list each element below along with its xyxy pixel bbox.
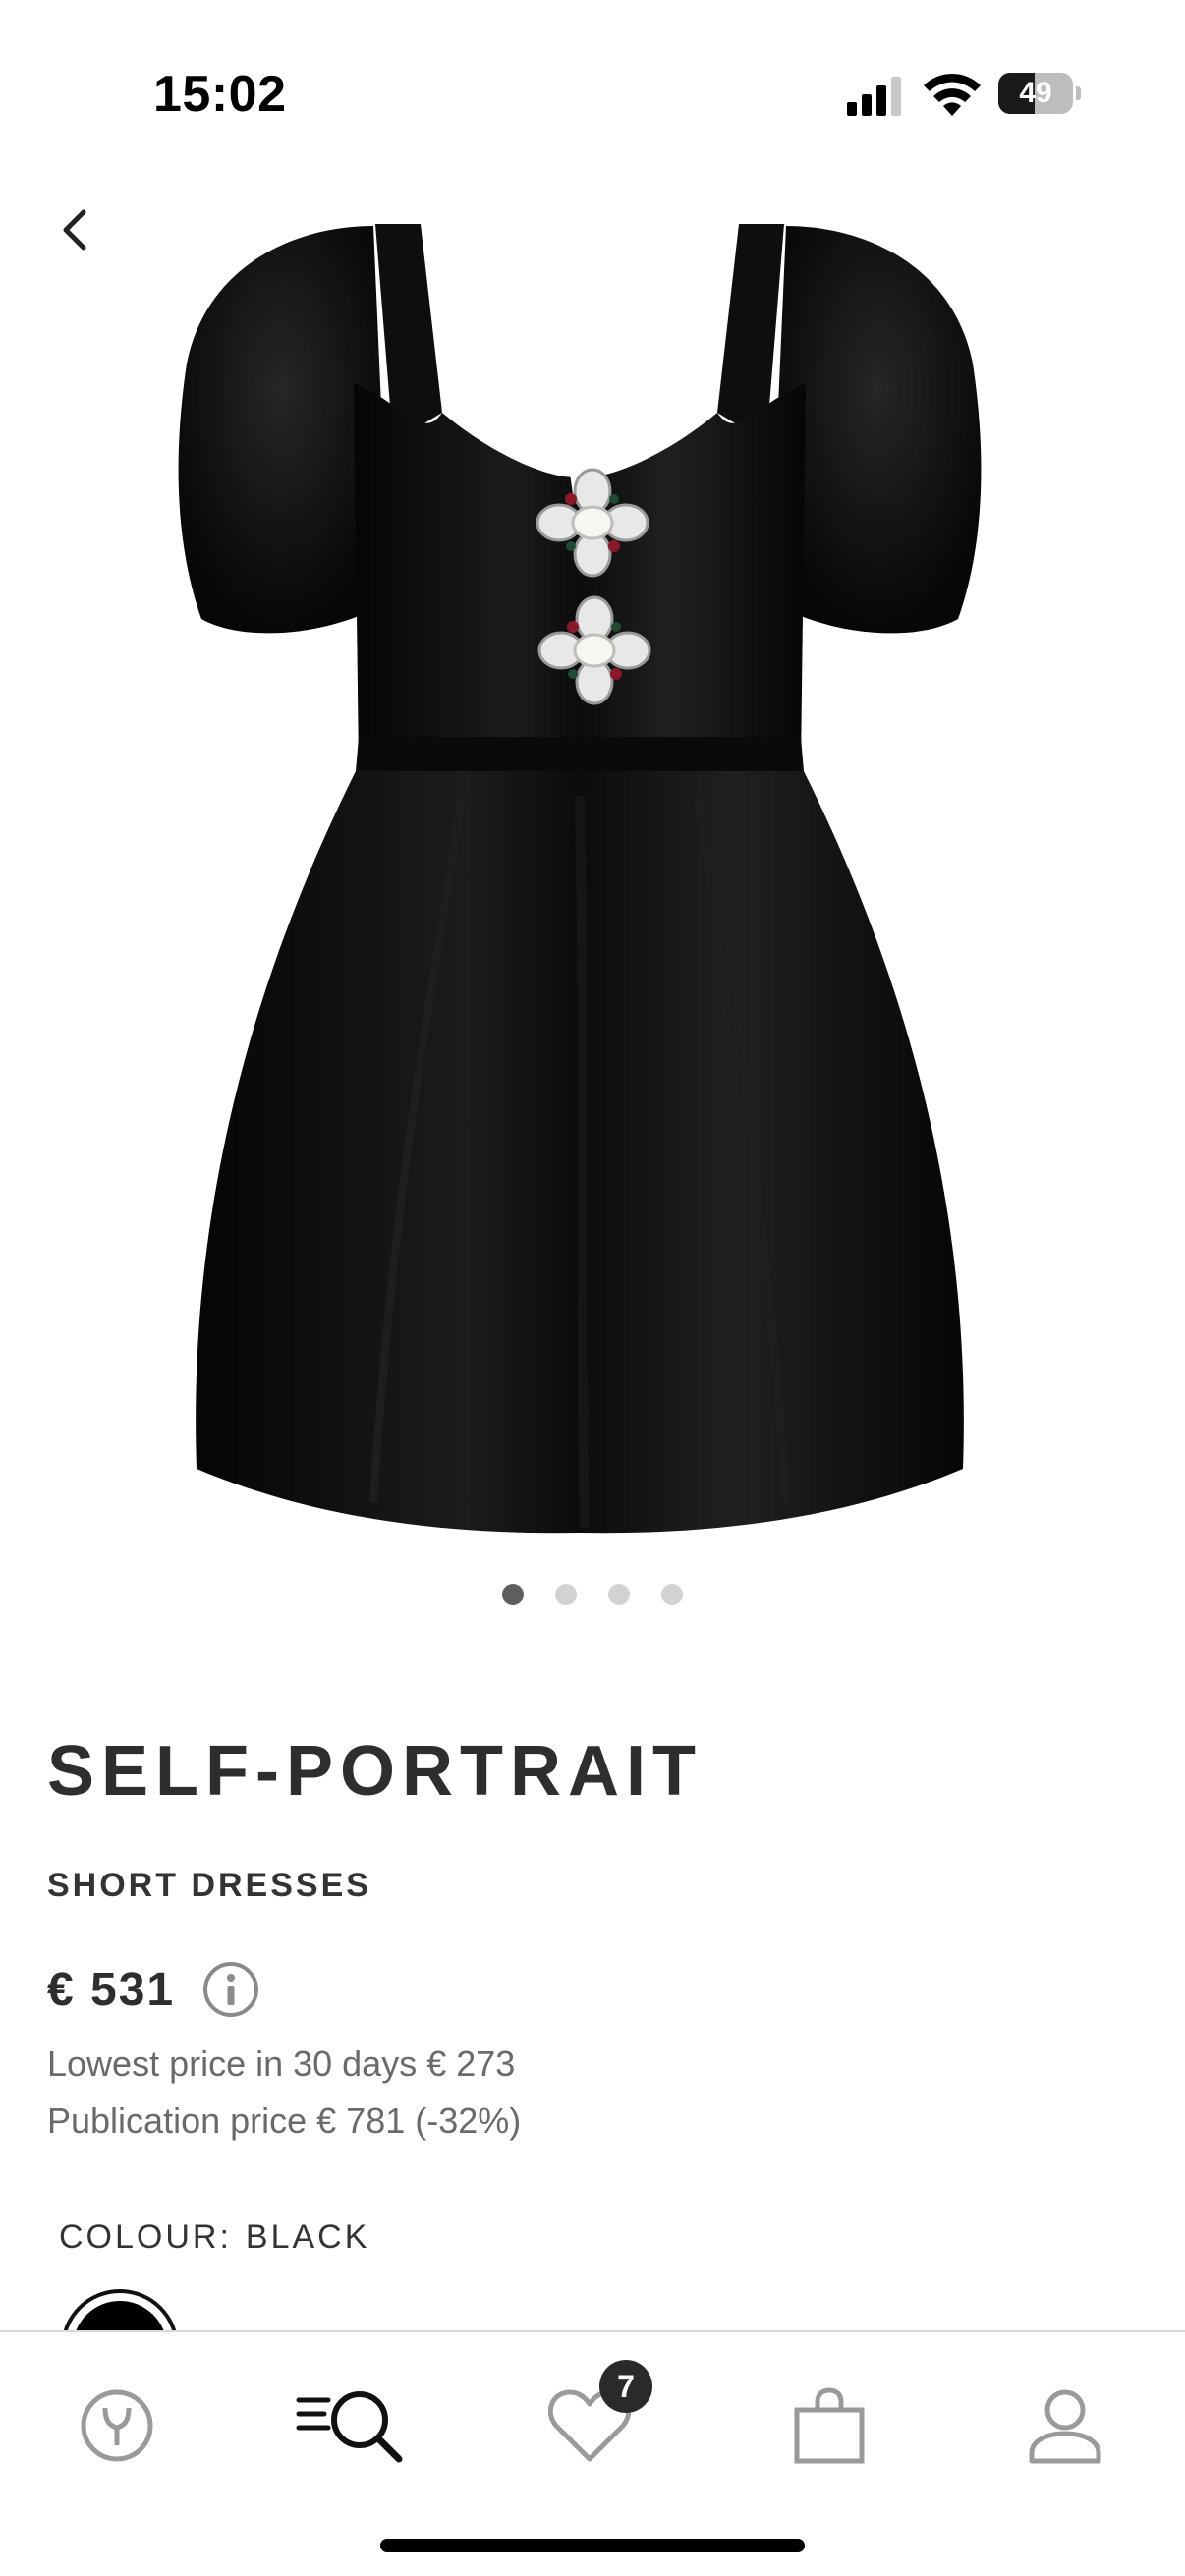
user-icon bbox=[1029, 2389, 1101, 2464]
publication-price-text: Publication price € 781 (-32%) bbox=[47, 2100, 522, 2141]
product-detail-screen: 15:02 49 SELF-PORTRAIT SHORT DRESSES € 5… bbox=[0, 0, 1185, 2576]
status-bar: 15:02 49 bbox=[0, 0, 1185, 177]
wishlist-count-badge: 7 bbox=[599, 2360, 652, 2413]
wifi-icon bbox=[924, 73, 981, 116]
colour-value: BLACK bbox=[245, 2218, 370, 2256]
cellular-signal-icon bbox=[847, 77, 901, 116]
brand-name[interactable]: SELF-PORTRAIT bbox=[47, 1731, 703, 1812]
carousel-dot[interactable] bbox=[661, 1584, 683, 1605]
shopping-bag-icon bbox=[794, 2387, 865, 2464]
nav-home[interactable] bbox=[58, 2372, 176, 2480]
info-icon[interactable] bbox=[202, 1961, 259, 2018]
price: € 531 bbox=[47, 1963, 176, 2016]
chevron-left-icon bbox=[63, 209, 86, 251]
colour-label: COLOUR: bbox=[59, 2218, 232, 2256]
home-indicator[interactable] bbox=[380, 2539, 805, 2552]
menu-search-icon bbox=[296, 2391, 403, 2463]
carousel-dot[interactable] bbox=[608, 1584, 630, 1605]
carousel-dot[interactable] bbox=[555, 1584, 577, 1605]
status-time: 15:02 bbox=[153, 66, 287, 123]
back-button[interactable] bbox=[43, 193, 106, 267]
product-image[interactable] bbox=[147, 206, 1012, 1562]
carousel-dot[interactable] bbox=[502, 1584, 524, 1605]
battery-level: 49 bbox=[1019, 77, 1052, 109]
colour-row: COLOUR: BLACK bbox=[59, 2218, 369, 2257]
nav-wishlist[interactable]: 7 bbox=[531, 2360, 652, 2480]
nav-search[interactable] bbox=[293, 2372, 411, 2480]
category-label: SHORT DRESSES bbox=[47, 1867, 371, 1904]
nav-account[interactable] bbox=[1006, 2372, 1124, 2480]
price-row: € 531 bbox=[47, 1955, 259, 2024]
nav-bag[interactable] bbox=[770, 2372, 888, 2480]
lowest-price-text: Lowest price in 30 days € 273 bbox=[47, 2044, 516, 2084]
yoox-logo-icon bbox=[81, 2389, 153, 2462]
battery-icon: 49 bbox=[998, 73, 1081, 114]
carousel-dots bbox=[0, 1584, 1185, 1613]
